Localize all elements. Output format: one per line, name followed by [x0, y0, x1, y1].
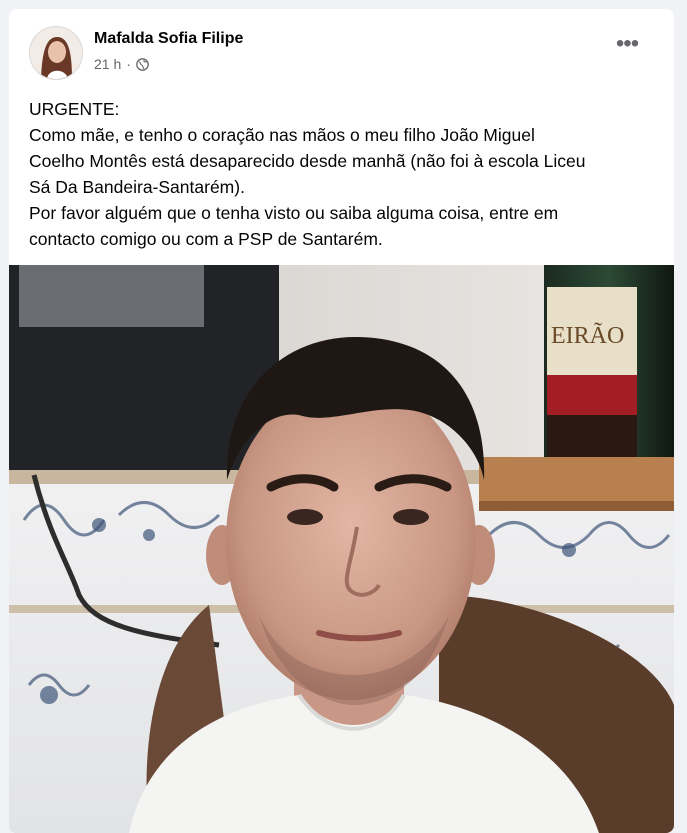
post-text-line: Sá Da Bandeira-Santarém).: [29, 177, 245, 197]
author-name[interactable]: Mafalda Sofia Filipe: [94, 30, 243, 48]
post-photo[interactable]: EIRÃO: [9, 265, 674, 833]
photo-bottle: EIRÃO: [544, 265, 674, 457]
post-text-line: Como mãe, e tenho o coração nas mãos o m…: [29, 125, 535, 145]
photo-monitor-screen: [19, 265, 204, 327]
post-meta: 21 h ·: [94, 56, 149, 72]
post-card: Mafalda Sofia Filipe 21 h · ••• URGENTE:…: [9, 9, 674, 833]
more-options-icon[interactable]: •••: [613, 32, 641, 58]
post-text-line: contacto comigo ou com a PSP de Santarém…: [29, 229, 383, 249]
author-avatar[interactable]: [29, 26, 83, 80]
post-header: Mafalda Sofia Filipe 21 h · •••: [9, 9, 674, 89]
post-text-line: Coelho Montês está desaparecido desde ma…: [29, 151, 586, 171]
post-time[interactable]: 21 h: [94, 56, 121, 72]
bottle-label: EIRÃO: [551, 323, 624, 349]
meta-separator: ·: [126, 56, 131, 72]
post-text-line: Por favor alguém que o tenha visto ou sa…: [29, 203, 559, 223]
globe-icon[interactable]: [136, 57, 149, 71]
post-text-line: URGENTE:: [29, 99, 120, 119]
post-text: URGENTE: Como mãe, e tenho o coração nas…: [29, 96, 669, 252]
